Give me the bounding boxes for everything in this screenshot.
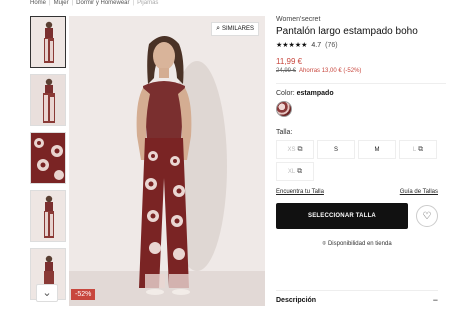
color-swatch-estampado[interactable] [276,101,292,117]
size-grid: XS ⧉ S M L ⧉ XL ⧉ [276,140,446,181]
thumbnail-scroll-down[interactable]: ⌄ [36,284,58,302]
thumbnail-list [30,16,66,306]
size-xl-button[interactable]: XL ⧉ [276,162,314,181]
rating-stars: ★★★★★ [276,42,308,49]
notify-icon: ⧉ [297,145,303,153]
breadcrumb-home[interactable]: Home [30,0,46,6]
discount-badge: -52% [71,289,96,300]
thumbnail-1[interactable] [30,16,66,68]
thumbnail-4[interactable] [30,190,66,242]
size-label: Talla: [276,129,293,136]
size-l-button[interactable]: L ⧉ [399,140,437,159]
thumbnail-2[interactable] [30,74,66,126]
location-pin-icon: ⌾ [322,241,326,247]
chevron-down-icon: ⌄ [42,287,52,299]
old-price: 24,99 € [276,68,297,74]
store-availability-link[interactable]: ⌾ Disponibilidad en tienda [276,241,438,248]
breadcrumb-current: Pijamas [137,0,159,6]
color-label-text: Color: [276,90,295,97]
select-size-button[interactable]: SELECCIONAR TALLA [276,203,408,229]
size-xs-button[interactable]: XS ⧉ [276,140,314,159]
notify-icon: ⧉ [418,145,424,153]
size-links: Encuentra tu Talla Guía de Tallas [276,189,438,195]
thumbnail-3[interactable] [30,132,66,184]
size-l-label: L [412,146,417,153]
rating-value: 4.7 [311,41,322,49]
camera-search-icon: ⌕ [216,25,220,32]
similar-label: SIMILARES [221,26,254,32]
store-availability-label: Disponibilidad en tienda [327,241,392,247]
size-xl-label: XL [287,168,296,175]
main-product-image[interactable]: ⌕ SIMILARES -52% [69,16,265,306]
savings-text: Ahorras 13,00 € (-52%) [299,68,362,74]
find-size-link[interactable]: Encuentra tu Talla [276,189,324,195]
divider [276,83,446,84]
model-photo [69,16,265,306]
price-savings-row: 24,99 € Ahorras 13,00 € (-52%) [276,68,446,74]
wishlist-button[interactable]: ♡ [416,205,438,227]
description-accordion[interactable]: Descripción − [276,290,438,305]
collapse-icon: − [432,295,438,305]
breadcrumb-mujer[interactable]: Mujer [54,0,69,6]
size-s-button[interactable]: S [317,140,355,159]
product-brand[interactable]: Women'secret [276,16,446,23]
size-s-label: S [333,146,338,153]
notify-icon: ⧉ [297,167,303,175]
breadcrumb: Home | Mujer | Dormir y Homewear | Pijamas [30,0,159,6]
color-value: estampado [296,90,334,97]
product-info: Women'secret Pantalón largo estampado bo… [276,16,446,248]
size-xs-label: XS [287,146,296,153]
size-m-button[interactable]: M [358,140,396,159]
current-price: 11,99 € [276,57,303,66]
heart-icon: ♡ [422,210,432,222]
similar-button[interactable]: ⌕ SIMILARES [211,22,259,36]
product-rating[interactable]: ★★★★★ 4.7 (76) [276,41,446,50]
color-label: Color: estampado [276,90,446,97]
purchase-actions: SELECCIONAR TALLA ♡ [276,203,446,229]
breadcrumb-dormir[interactable]: Dormir y Homewear [76,0,129,6]
description-label: Descripción [276,297,317,304]
size-m-label: M [374,146,380,153]
size-guide-link[interactable]: Guía de Tallas [400,189,438,195]
rating-count: (76) [325,41,338,49]
product-title: Pantalón largo estampado boho [276,26,418,37]
